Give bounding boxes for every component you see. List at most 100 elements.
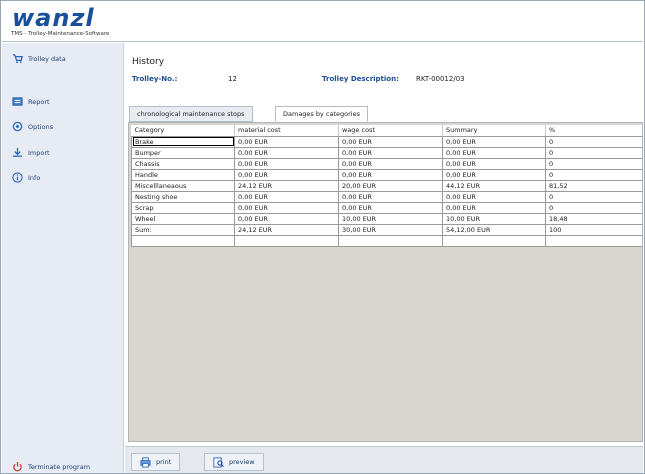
table-row[interactable]: Handle 0,00 EUR 0,00 EUR 0,00 EUR 0 [131, 168, 642, 181]
info-icon [12, 172, 23, 183]
sidebar: Trolley data Report Options Import Info … [2, 43, 124, 473]
trolley-no-value: 12 [228, 75, 237, 83]
app-window: wanzl TMS - Trolley-Maintenance-Software… [0, 0, 645, 474]
app-subtitle: TMS - Trolley-Maintenance-Software [11, 31, 110, 37]
options-icon [12, 121, 23, 132]
table-cell[interactable]: 0,00 EUR [442, 168, 546, 181]
column-header[interactable]: Summary [442, 125, 546, 137]
table-cell[interactable]: Handle [131, 168, 235, 181]
table-cell[interactable]: 10,00 EUR [442, 212, 546, 225]
table-cell[interactable] [131, 234, 235, 247]
table-cell[interactable]: Miscelllaneaous [131, 179, 235, 192]
table-header-row: Category material cost wage cost Summary… [131, 125, 642, 137]
table-cell[interactable]: 0 [545, 146, 642, 159]
table-row[interactable]: Scrap 0,00 EUR 0,00 EUR 0,00 EUR 0 [131, 201, 642, 214]
table-row-sum[interactable]: Sum: 24,12 EUR 30,00 EUR 54,12,00 EUR 10… [131, 223, 642, 236]
table-cell[interactable]: 0,00 EUR [234, 201, 339, 214]
table-cell[interactable]: 30,00 EUR [338, 223, 443, 236]
app-header: wanzl TMS - Trolley-Maintenance-Software [2, 2, 643, 42]
column-header[interactable]: % [545, 125, 642, 137]
column-header[interactable]: material cost [234, 125, 339, 137]
table-cell[interactable]: Wheel [131, 212, 235, 225]
table-cell[interactable]: 81,52 [545, 179, 642, 192]
table-cell[interactable]: 18,48 [545, 212, 642, 225]
damages-table: Category material cost wage cost Summary… [131, 125, 642, 247]
main-content: History Trolley-No.: 12 Trolley Descript… [125, 43, 643, 473]
table-cell[interactable]: 0,00 EUR [234, 190, 339, 203]
table-cell[interactable]: 0 [545, 135, 642, 148]
table-row[interactable]: Nesting shoe 0,00 EUR 0,00 EUR 0,00 EUR … [131, 190, 642, 203]
sidebar-item-label: Info [28, 173, 41, 182]
table-cell[interactable]: 54,12,00 EUR [442, 223, 546, 236]
table-cell[interactable]: 0,00 EUR [234, 212, 339, 225]
column-header[interactable]: Category [131, 125, 235, 137]
sidebar-item-info[interactable]: Info [12, 172, 40, 183]
printer-icon [140, 456, 151, 468]
sidebar-item-trolley-data[interactable]: Trolley data [12, 53, 66, 64]
terminate-program-button[interactable]: Terminate program [12, 461, 90, 472]
table-cell[interactable]: 0,00 EUR [338, 157, 443, 170]
table-cell[interactable]: 0,00 EUR [442, 201, 546, 214]
table-cell[interactable]: 24,12 EUR [234, 179, 339, 192]
table-cell[interactable]: 24,12 EUR [234, 223, 339, 236]
table-cell[interactable]: 0 [545, 201, 642, 214]
table-cell[interactable]: 0,00 EUR [442, 157, 546, 170]
table-cell[interactable]: 100 [545, 223, 642, 236]
sidebar-item-label: Trolley data [28, 54, 66, 63]
table-cell[interactable]: Nesting shoe [131, 190, 235, 203]
table-cell[interactable]: 0,00 EUR [338, 168, 443, 181]
table-cell[interactable]: 0,00 EUR [442, 135, 546, 148]
sidebar-item-import[interactable]: Import [12, 147, 50, 158]
table-cell[interactable]: 0,00 EUR [338, 190, 443, 203]
sidebar-item-options[interactable]: Options [12, 121, 53, 132]
table-row[interactable]: Bumper 0,00 EUR 0,00 EUR 0,00 EUR 0 [131, 146, 642, 159]
table-cell[interactable]: 0,00 EUR [234, 146, 339, 159]
tab-chronological-maintenance[interactable]: chronological maintenance stops [129, 106, 253, 122]
table-cell[interactable] [442, 234, 546, 247]
sidebar-item-report[interactable]: Report [12, 96, 50, 107]
table-row[interactable]: Miscelllaneaous 24,12 EUR 20,00 EUR 44,1… [131, 179, 642, 192]
footer-toolbar: print preview [125, 446, 643, 473]
table-cell[interactable]: 0,00 EUR [338, 135, 443, 148]
table-cell[interactable]: 0,00 EUR [234, 157, 339, 170]
sidebar-item-label: Import [28, 148, 50, 157]
table-cell[interactable]: 0,00 EUR [234, 135, 339, 148]
tab-damages-by-categories[interactable]: Damages by categories [275, 106, 368, 122]
table-row[interactable]: Wheel 0,00 EUR 10,00 EUR 10,00 EUR 18,48 [131, 212, 642, 225]
table-cell[interactable]: Brake [131, 135, 235, 148]
table-cell[interactable]: 0,00 EUR [234, 168, 339, 181]
table-cell[interactable]: 0,00 EUR [442, 190, 546, 203]
terminate-label: Terminate program [28, 462, 91, 471]
table-row-empty[interactable] [131, 234, 642, 247]
trolley-icon [12, 54, 23, 64]
table-cell[interactable]: 44,12 EUR [442, 179, 546, 192]
table-cell[interactable]: 0,00 EUR [442, 146, 546, 159]
import-icon [12, 147, 23, 157]
table-cell[interactable]: 0 [545, 190, 642, 203]
sidebar-item-label: Options [28, 122, 54, 131]
preview-button[interactable]: preview [204, 453, 264, 471]
page-title: History [132, 57, 165, 67]
trolley-description-label: Trolley Description: [322, 75, 399, 83]
preview-label: preview [229, 458, 255, 466]
sidebar-item-label: Report [28, 97, 50, 106]
table-cell[interactable] [545, 234, 642, 247]
table-cell[interactable]: Bumper [131, 146, 235, 159]
table-cell[interactable] [338, 234, 443, 247]
table-cell[interactable] [234, 234, 339, 247]
table-cell[interactable]: Scrap [131, 201, 235, 214]
table-row[interactable]: Chassis 0,00 EUR 0,00 EUR 0,00 EUR 0 [131, 157, 642, 170]
table-cell[interactable]: 0,00 EUR [338, 146, 443, 159]
print-button[interactable]: print [131, 453, 181, 471]
table-cell[interactable]: Chassis [131, 157, 235, 170]
table-cell[interactable]: 0 [545, 157, 642, 170]
table-cell[interactable]: 0 [545, 168, 642, 181]
column-header[interactable]: wage cost [338, 125, 443, 137]
damages-panel: Category material cost wage cost Summary… [128, 122, 643, 442]
table-cell[interactable]: Sum: [131, 223, 235, 236]
report-icon [12, 97, 23, 106]
table-cell[interactable]: 20,00 EUR [338, 179, 443, 192]
table-row[interactable]: Brake 0,00 EUR 0,00 EUR 0,00 EUR 0 [131, 135, 642, 148]
table-cell[interactable]: 0,00 EUR [338, 201, 443, 214]
table-cell[interactable]: 10,00 EUR [338, 212, 443, 225]
